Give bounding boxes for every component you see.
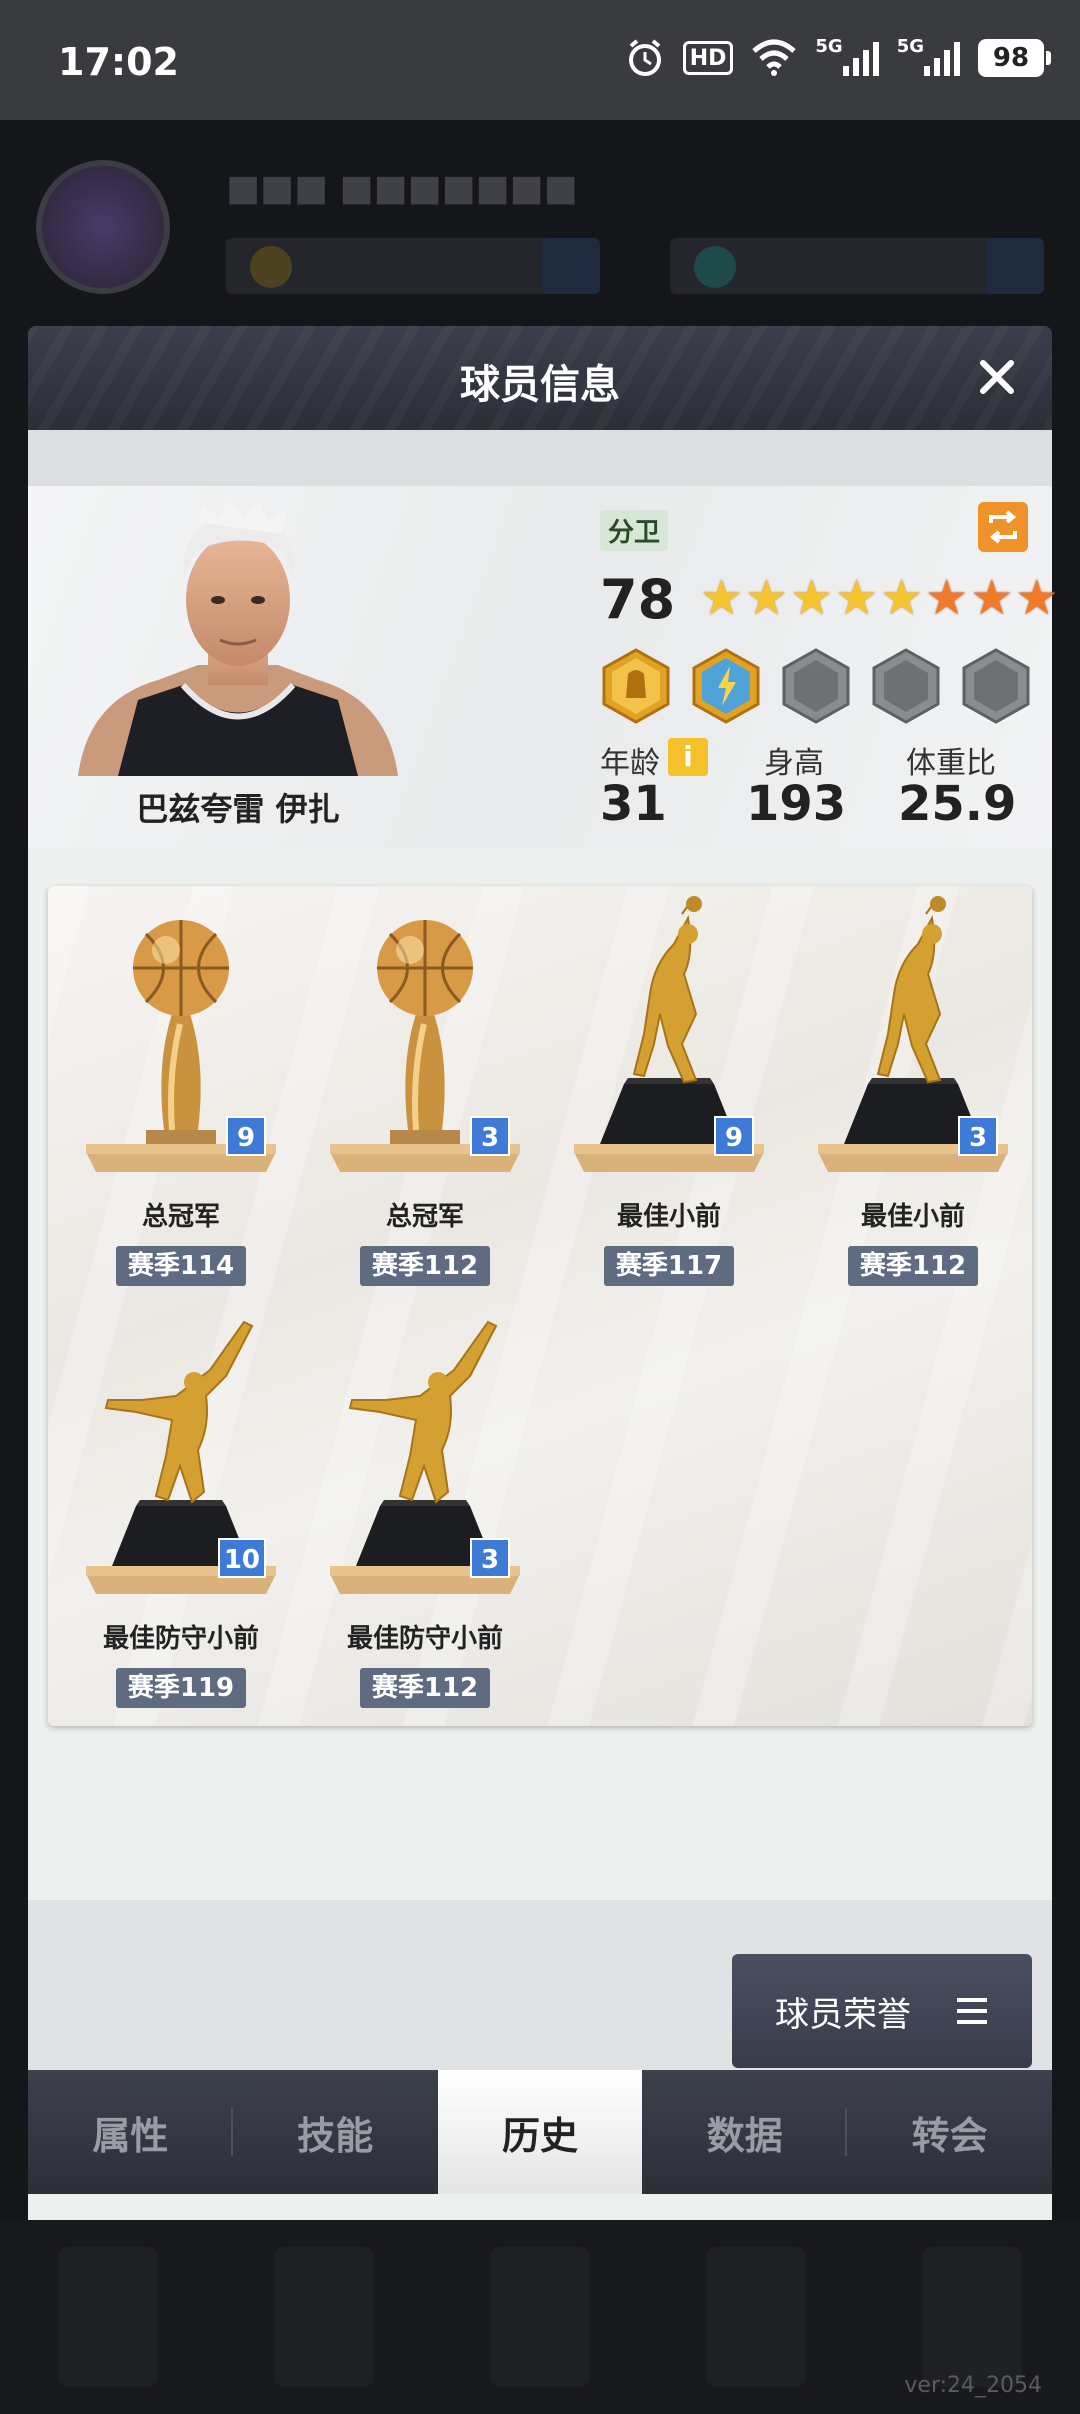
background-nav-item bbox=[490, 2247, 590, 2387]
star-orange-icon: ★ bbox=[1015, 570, 1059, 626]
badge-empty-icon[interactable] bbox=[870, 648, 942, 724]
wifi-icon bbox=[751, 36, 797, 80]
background-gem-bar bbox=[670, 238, 1044, 294]
trophy-count: 9 bbox=[226, 1116, 266, 1156]
close-button[interactable] bbox=[972, 352, 1022, 402]
player-honor-label: 球员荣誉 bbox=[775, 1994, 911, 2035]
signal-icon-1: 5G bbox=[815, 36, 879, 80]
height-value: 193 bbox=[746, 776, 847, 832]
trophy-name: 总冠军 bbox=[385, 1202, 464, 1232]
star-orange-icon: ★ bbox=[925, 570, 969, 626]
battery-icon: 98 bbox=[978, 39, 1051, 77]
modal-title: 球员信息 bbox=[460, 362, 620, 408]
trophy-season: 赛季117 bbox=[604, 1246, 734, 1286]
trophy-name: 总冠军 bbox=[141, 1202, 220, 1232]
trophy-season: 赛季112 bbox=[360, 1246, 490, 1286]
tab-0[interactable]: 属性 bbox=[28, 2070, 233, 2194]
star-gold-icon: ★ bbox=[745, 570, 789, 626]
trophy-name: 最佳防守小前 bbox=[346, 1624, 503, 1654]
tab-label: 历史 bbox=[501, 2113, 578, 2158]
player-name: 巴兹夸雷 伊扎 bbox=[136, 790, 340, 828]
trophy-item[interactable]: 3 最佳小前赛季112 bbox=[808, 894, 1018, 1294]
hd-icon: HD bbox=[682, 41, 734, 75]
trophy-season: 赛季114 bbox=[116, 1246, 246, 1286]
trophy-item[interactable]: 10 最佳防守小前赛季119 bbox=[76, 1316, 286, 1716]
close-icon bbox=[980, 360, 1014, 394]
star-orange-icon: ★ bbox=[970, 570, 1014, 626]
trophy-count: 10 bbox=[217, 1538, 266, 1578]
star-gold-icon: ★ bbox=[880, 570, 924, 626]
trophy-season: 赛季112 bbox=[360, 1668, 490, 1708]
badge-empty-icon[interactable] bbox=[960, 648, 1032, 724]
tab-label: 技能 bbox=[297, 2113, 374, 2158]
tab-1[interactable]: 技能 bbox=[233, 2070, 438, 2194]
player-portrait bbox=[78, 500, 398, 776]
tab-bar: 属性 技能 历史 数据 转会 bbox=[28, 2070, 1052, 2194]
status-time: 17:02 bbox=[58, 40, 179, 84]
star-gold-icon: ★ bbox=[835, 570, 879, 626]
player-card: 巴兹夸雷 伊扎 分卫 78 ★ ★ ★ ★ ★ ★ ★ ★ 年龄 i 31 身高… bbox=[28, 486, 1058, 848]
tab-label: 属性 bbox=[92, 2113, 169, 2158]
status-icons: HD 5G 5G 98 bbox=[625, 36, 1051, 80]
menu-icon bbox=[957, 1998, 987, 2024]
trophy-count: 9 bbox=[714, 1116, 754, 1156]
coin-icon bbox=[250, 246, 292, 288]
background-plus-button bbox=[542, 238, 600, 294]
player-rating: 78 bbox=[600, 568, 676, 631]
top-strip bbox=[28, 430, 1052, 486]
modal-body: 巴兹夸雷 伊扎 分卫 78 ★ ★ ★ ★ ★ ★ ★ ★ 年龄 i 31 身高… bbox=[28, 430, 1058, 2220]
swap-icon bbox=[989, 510, 1017, 544]
background-nav-item bbox=[706, 2247, 806, 2387]
badge-lightning-icon[interactable] bbox=[690, 648, 762, 724]
tab-3[interactable]: 数据 bbox=[642, 2070, 848, 2194]
status-bar: 17:02 HD 5G 5G 98 bbox=[0, 0, 1080, 120]
signal-icon-2: 5G bbox=[897, 36, 960, 80]
tab-4[interactable]: 转会 bbox=[847, 2070, 1052, 2194]
trophy-item[interactable]: 9 最佳小前赛季117 bbox=[564, 894, 774, 1294]
trophy-count: 3 bbox=[470, 1538, 510, 1578]
network-label-2: 5G bbox=[896, 36, 924, 57]
background-coin-bar bbox=[226, 238, 600, 294]
info-icon[interactable]: i bbox=[668, 738, 708, 776]
alarm-icon bbox=[625, 36, 665, 80]
star-rating: ★ ★ ★ ★ ★ ★ ★ ★ bbox=[700, 574, 1058, 622]
background-nav-item bbox=[58, 2247, 158, 2387]
background-nav-item bbox=[274, 2247, 374, 2387]
version-label: ver:24_2054 bbox=[904, 2373, 1042, 2398]
modal-header: 球员信息 bbox=[28, 326, 1052, 430]
trophy-season: 赛季112 bbox=[848, 1246, 978, 1286]
badge-empty-icon[interactable] bbox=[780, 648, 852, 724]
trophy-name: 最佳小前 bbox=[616, 1202, 721, 1232]
background-team-name: ■■■ ■■■■■■■ bbox=[226, 168, 578, 209]
background-avatar bbox=[36, 160, 170, 294]
trophy-count: 3 bbox=[958, 1116, 998, 1156]
trophy-item[interactable]: 3 最佳防守小前赛季112 bbox=[320, 1316, 530, 1716]
trophy-item[interactable]: 3 总冠军赛季112 bbox=[320, 894, 530, 1294]
player-info-modal: 球员信息 巴兹夸雷 伊扎 分卫 78 ★ ★ ★ ★ ★ ★ ★ ★ 年龄 i … bbox=[28, 326, 1058, 2220]
star-gold-icon: ★ bbox=[700, 570, 744, 626]
trophy-name: 最佳防守小前 bbox=[102, 1624, 259, 1654]
badge-gold-icon[interactable] bbox=[600, 648, 672, 724]
trophy-count: 3 bbox=[470, 1116, 510, 1156]
trophy-name: 最佳小前 bbox=[860, 1202, 965, 1232]
tab-label: 转会 bbox=[911, 2113, 988, 2158]
position-tag: 分卫 bbox=[600, 510, 669, 551]
player-honor-button[interactable]: 球员荣誉 bbox=[732, 1954, 1032, 2068]
network-label-1: 5G bbox=[815, 36, 843, 57]
trophy-panel: 9 总冠军赛季114 3 总冠军赛季112 9 最佳小前赛季117 3 最佳小前赛季112 10… bbox=[48, 886, 1032, 1726]
gem-icon bbox=[694, 246, 736, 288]
star-gold-icon: ★ bbox=[790, 570, 834, 626]
age-value: 31 bbox=[600, 776, 667, 832]
background-plus-button-2 bbox=[986, 238, 1044, 294]
trophy-season: 赛季119 bbox=[116, 1668, 246, 1708]
swap-player-button[interactable] bbox=[978, 502, 1028, 552]
tab-2[interactable]: 历史 bbox=[437, 2070, 643, 2194]
trophy-item[interactable]: 9 总冠军赛季114 bbox=[76, 894, 286, 1294]
tab-label: 数据 bbox=[706, 2113, 783, 2158]
weight-ratio-value: 25.9 bbox=[898, 776, 1017, 832]
background-nav-item bbox=[922, 2247, 1022, 2387]
badge-row bbox=[600, 648, 1032, 724]
